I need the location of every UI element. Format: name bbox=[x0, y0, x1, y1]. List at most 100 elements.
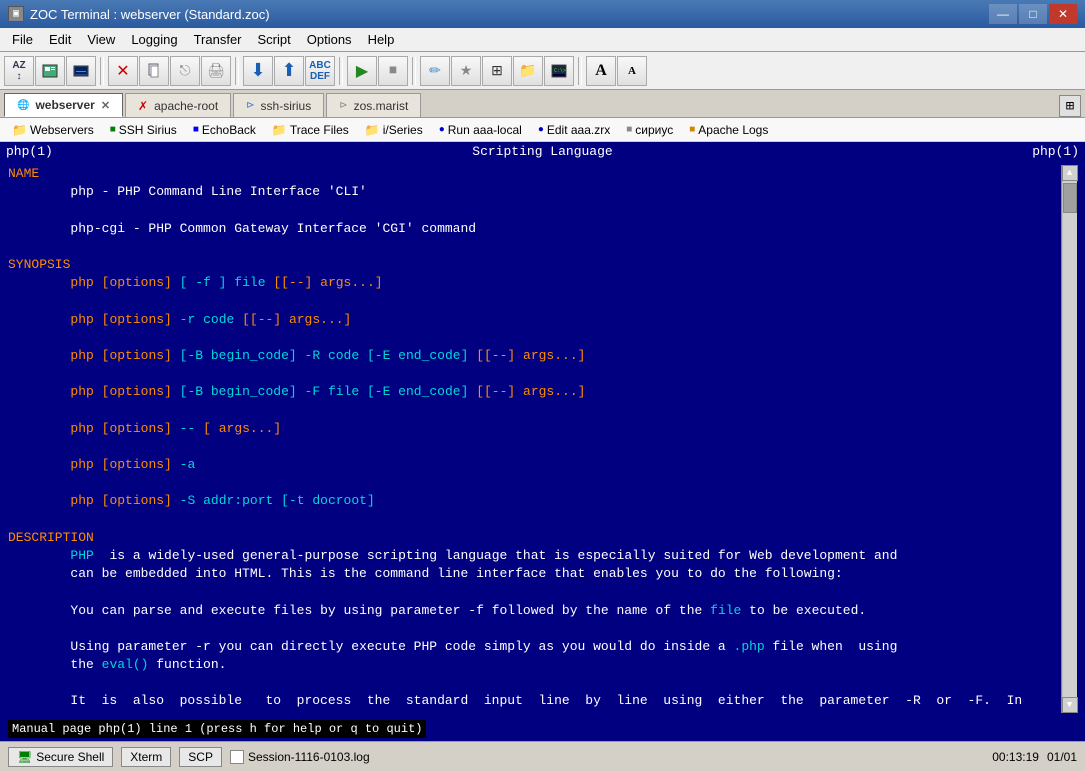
term-line-d4: Using parameter -r you can directly exec… bbox=[8, 638, 1061, 656]
toolbar-group-5: ✏ ★ ⊞ 📁 C:\> bbox=[420, 56, 574, 86]
bookmark-label-echoback: EchoBack bbox=[202, 123, 256, 137]
menu-help[interactable]: Help bbox=[360, 30, 403, 49]
tab-bar: 🌐 webserver ✕ ✗ apache-root ⊳ ssh-sirius… bbox=[0, 90, 1085, 118]
term-line-blank7 bbox=[8, 438, 1061, 456]
connect-button[interactable] bbox=[66, 56, 96, 86]
menu-file[interactable]: File bbox=[4, 30, 41, 49]
status-secure-shell[interactable]: 🖥 Secure Shell bbox=[8, 747, 113, 767]
terminal2-button[interactable]: C:\> bbox=[544, 56, 574, 86]
term-line-blank1 bbox=[8, 201, 1061, 219]
font-big-button[interactable]: A bbox=[586, 56, 616, 86]
tab-ssh-sirius[interactable]: ⊳ ssh-sirius bbox=[233, 93, 324, 117]
tab-webserver[interactable]: 🌐 webserver ✕ bbox=[4, 93, 123, 117]
sort-az-button[interactable]: AZ↕ bbox=[4, 56, 34, 86]
status-secure-shell-label: Secure Shell bbox=[36, 750, 104, 764]
secure-shell-icon: 🖥 bbox=[17, 750, 32, 764]
disconnect-button[interactable]: ✕ bbox=[108, 56, 138, 86]
tab-label-zos-marist: zos.marist bbox=[354, 99, 409, 113]
tab-icon-apache-root: ✗ bbox=[138, 99, 148, 113]
edit-button[interactable]: ✏ bbox=[420, 56, 450, 86]
term-line-d6: It is also possible to process the stand… bbox=[8, 692, 1061, 710]
terminal-header-left: php(1) bbox=[6, 144, 53, 159]
stop-button[interactable]: ⏹ bbox=[378, 56, 408, 86]
run-button[interactable]: ▶ bbox=[347, 56, 377, 86]
scrollbar-track[interactable] bbox=[1063, 181, 1077, 697]
term-line-blank8 bbox=[8, 474, 1061, 492]
terminal-text: NAME php - PHP Command Line Interface 'C… bbox=[8, 165, 1061, 713]
app-icon: ▣ bbox=[8, 6, 24, 22]
tab-icon-ssh-sirius: ⊳ bbox=[246, 100, 254, 111]
terminal-content[interactable]: NAME php - PHP Command Line Interface 'C… bbox=[0, 161, 1085, 717]
menu-edit[interactable]: Edit bbox=[41, 30, 79, 49]
term-line-blank3 bbox=[8, 292, 1061, 310]
bookmark-echoback[interactable]: ■ EchoBack bbox=[187, 121, 262, 139]
menu-view[interactable]: View bbox=[79, 30, 123, 49]
checkbox-icon[interactable] bbox=[230, 750, 244, 764]
window-title: ZOC Terminal : webserver (Standard.zoc) bbox=[30, 7, 270, 22]
title-bar: ▣ ZOC Terminal : webserver (Standard.zoc… bbox=[0, 0, 1085, 28]
menu-script[interactable]: Script bbox=[250, 30, 299, 49]
menu-options[interactable]: Options bbox=[299, 30, 360, 49]
bookmark-ssh-sirius[interactable]: ■ SSH Sirius bbox=[104, 121, 183, 139]
tab-grid-button[interactable]: ⊞ bbox=[1059, 95, 1081, 117]
term-line-desc: DESCRIPTION bbox=[8, 529, 1061, 547]
term-line-blank11 bbox=[8, 620, 1061, 638]
terminal-scrollbar: ▲ ▼ bbox=[1061, 165, 1077, 713]
toolbar-sep-2 bbox=[235, 57, 239, 85]
scroll-down-button[interactable]: ⬇ bbox=[243, 56, 273, 86]
scroll-up-button[interactable]: ⬆ bbox=[274, 56, 304, 86]
status-xterm[interactable]: Xterm bbox=[121, 747, 171, 767]
tab-apache-root[interactable]: ✗ apache-root bbox=[125, 93, 231, 117]
term-line-d7: this mode each separate input line (caus… bbox=[8, 711, 1061, 713]
paste-button[interactable]: ⎋ bbox=[170, 56, 200, 86]
bookmark-trace-files[interactable]: 📁 Trace Files bbox=[266, 121, 355, 139]
session-log-checkbox[interactable]: Session-1116-0103.log bbox=[230, 750, 370, 764]
term-line-s5: php [options] -- [ args...] bbox=[8, 420, 1061, 438]
close-button[interactable]: ✕ bbox=[1049, 4, 1077, 24]
terminal-status-bar: Manual page php(1) line 1 (press h for h… bbox=[0, 717, 1085, 741]
bookmark-iseries[interactable]: 📁 i/Series bbox=[359, 121, 429, 139]
term-line-blank10 bbox=[8, 583, 1061, 601]
abc-button[interactable]: ABCDEF bbox=[305, 56, 335, 86]
tab-icon-webserver: 🌐 bbox=[17, 100, 29, 111]
grid-button[interactable]: ⊞ bbox=[482, 56, 512, 86]
status-xterm-label: Xterm bbox=[130, 750, 162, 764]
star-button[interactable]: ★ bbox=[451, 56, 481, 86]
bookmark-edit-aaa[interactable]: ● Edit aaa.zrx bbox=[532, 121, 616, 139]
folder-icon: 📁 bbox=[12, 123, 27, 137]
copy-button[interactable] bbox=[139, 56, 169, 86]
bookmark-run-aaa[interactable]: ● Run aaa-local bbox=[433, 121, 528, 139]
scrollbar-thumb[interactable] bbox=[1063, 183, 1077, 213]
bookmark-label-edit-aaa: Edit aaa.zrx bbox=[547, 123, 610, 137]
status-time: 00:13:19 bbox=[992, 750, 1039, 764]
tab-zos-marist[interactable]: ⊳ zos.marist bbox=[326, 93, 421, 117]
bookmark-apache-logs[interactable]: ■ Apache Logs bbox=[683, 121, 774, 139]
font-small-button[interactable]: A bbox=[617, 56, 647, 86]
tab-label-apache-root: apache-root bbox=[154, 99, 218, 113]
toolbar-group-1: AZ↕ bbox=[4, 56, 96, 86]
terminal-header-right: php(1) bbox=[1032, 144, 1079, 159]
tab-close-webserver[interactable]: ✕ bbox=[101, 99, 110, 112]
menu-logging[interactable]: Logging bbox=[123, 30, 185, 49]
term-line-s3: php [options] [-B begin_code] -R code [-… bbox=[8, 347, 1061, 365]
folder-button[interactable]: 📁 bbox=[513, 56, 543, 86]
term-line-blank12 bbox=[8, 674, 1061, 692]
svg-text:C:\>: C:\> bbox=[554, 68, 566, 74]
new-session-button[interactable] bbox=[35, 56, 65, 86]
term-line-d2: can be embedded into HTML. This is the c… bbox=[8, 565, 1061, 583]
scrollbar-down-button[interactable]: ▼ bbox=[1062, 697, 1078, 713]
toolbar-sep-3 bbox=[339, 57, 343, 85]
bookmark-label-iseries: i/Series bbox=[383, 123, 423, 137]
bookmark-sirius-cyrillic[interactable]: ■ сириус bbox=[620, 121, 679, 139]
maximize-button[interactable]: □ bbox=[1019, 4, 1047, 24]
bookmark-label-apache-logs: Apache Logs bbox=[698, 123, 768, 137]
status-bar: 🖥 Secure Shell Xterm SCP Session-1116-01… bbox=[0, 741, 1085, 771]
status-scp[interactable]: SCP bbox=[179, 747, 222, 767]
scrollbar-up-button[interactable]: ▲ bbox=[1062, 165, 1078, 181]
term-line-1: php - PHP Command Line Interface 'CLI' bbox=[8, 183, 1061, 201]
print-button[interactable]: 🖨 bbox=[201, 56, 231, 86]
bookmark-webservers[interactable]: 📁 Webservers bbox=[6, 121, 100, 139]
menu-transfer[interactable]: Transfer bbox=[186, 30, 250, 49]
folder-icon-3: 📁 bbox=[365, 123, 380, 137]
minimize-button[interactable]: — bbox=[989, 4, 1017, 24]
